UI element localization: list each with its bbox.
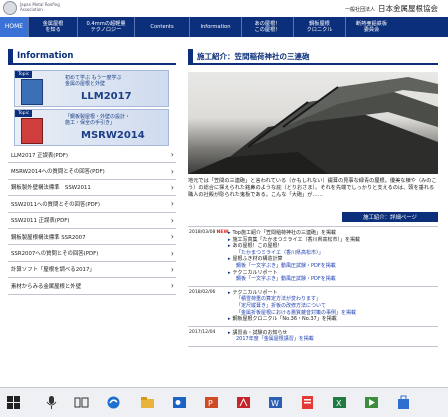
banner-text: 「鋼板製屋根・外壁の設計・ 施工・保全の手引き」 xyxy=(65,114,131,126)
feature-description: 地元では「笠間の三連砲」と言われている（かもしれない）錣葺の見事な緑青の屋根。優… xyxy=(188,178,437,199)
media-icon[interactable] xyxy=(364,395,379,410)
chevron-right-icon: › xyxy=(170,199,174,209)
chevron-right-icon: › xyxy=(170,215,174,225)
news-row: 2017/12/04 ▸ 講習会・試験のお知らせ 2017年度「金属屋根講習」を掲… xyxy=(188,327,438,347)
chevron-right-icon: › xyxy=(170,182,174,192)
nav-chronicle[interactable]: 鋼板屋根 クロニクル xyxy=(294,17,346,37)
pdf-icon[interactable] xyxy=(300,395,315,410)
topic-badge: Topic xyxy=(15,71,33,78)
windows-start-icon[interactable] xyxy=(6,395,21,410)
store-icon[interactable] xyxy=(396,395,411,410)
nav-lightweight-tech[interactable]: 0.4mmの超軽量 テクノロジー xyxy=(78,17,135,37)
banner-llm2017[interactable]: Topic 初めて学ぶ もう一度学ぶ 金属の屋根と外壁 LLM2017 xyxy=(14,70,169,107)
info-link-list: LLM2017 正誤表(PDF) › MSRW2014への質問とその回答(PDF)… xyxy=(8,147,176,295)
link-msrw2014-qa[interactable]: MSRW2014への質問とその回答(PDF) › xyxy=(8,163,176,180)
news-item[interactable]: ▸ 屋根ふき材の構造計算 xyxy=(228,256,438,263)
topic-badge: Topic xyxy=(15,110,33,117)
news-item[interactable]: ▸ あの屋根！この屋根！ xyxy=(228,243,438,250)
information-title: Information xyxy=(8,49,176,65)
link-calc-software[interactable]: 計算ソフト「屋根を調べる2017」 › xyxy=(8,262,176,279)
link-ssw2011-qa[interactable]: SSW2011への質問とその回答(PDF) › xyxy=(8,196,176,213)
news-row: 2018/03/08NEW ▸ Top施工紹介「笠間稲荷神社の三連砲」を掲載 ▸ 施… xyxy=(188,227,438,287)
news-subitem[interactable]: 「定尺縦葺き」折板の改修方法について xyxy=(228,303,438,310)
shrine-roof-photo xyxy=(188,72,438,174)
news-row: 2018/02/06 ▸ テクニカルリポート 「積雪荷重の算定方法が変わります」 … xyxy=(188,287,438,327)
chevron-right-icon: › xyxy=(170,166,174,176)
nav-that-roof[interactable]: あの屋根！ この屋根！ xyxy=(242,17,294,37)
microphone-icon[interactable] xyxy=(44,395,59,410)
link-materials[interactable]: 素材からみる金属屋根と外壁 › xyxy=(8,278,176,295)
link-ssw2011[interactable]: 鋼板製外壁構法標準 SSW2011 › xyxy=(8,180,176,197)
book-cover-image xyxy=(21,118,43,144)
link-ssw2011-errata[interactable]: SSW2011 正誤表(PDF) › xyxy=(8,213,176,229)
task-view-icon[interactable] xyxy=(74,395,89,410)
news-item[interactable]: ▸ 鋼板屋根クロニクル「No.36・No.37」を掲載 xyxy=(228,316,438,323)
chevron-right-icon: › xyxy=(170,264,174,274)
new-badge: NEW xyxy=(216,230,229,235)
chevron-right-icon: › xyxy=(170,281,174,291)
banner-title: LLM2017 xyxy=(81,91,132,102)
news-date: 2018/03/08NEW xyxy=(189,230,229,235)
link-llm2017-errata[interactable]: LLM2017 正誤表(PDF) › xyxy=(8,147,176,164)
org-title: 日本金属屋根協会 xyxy=(378,4,438,13)
link-ssr2007-qa[interactable]: SSR2007への質問とその回答(PDF) › xyxy=(8,245,176,262)
org-name: 一般社団法人 日本金属屋根協会 xyxy=(345,3,438,14)
chevron-right-icon: › xyxy=(170,150,174,160)
feature-detail-button[interactable]: 施工紹介：詳細ページ xyxy=(342,212,438,222)
nav-information[interactable]: Information xyxy=(190,17,242,37)
excel-icon[interactable]: X xyxy=(332,395,347,410)
edge-browser-icon[interactable] xyxy=(106,395,121,410)
nav-contents[interactable]: Contents xyxy=(135,17,190,37)
news-subitem[interactable]: 鋼板「一文字ぶき」動風圧試験・PDFを掲載 xyxy=(228,263,438,270)
book-cover-image xyxy=(21,79,43,105)
word-icon[interactable]: W xyxy=(268,395,283,410)
news-date: 2018/02/06 xyxy=(189,289,216,295)
file-explorer-icon[interactable] xyxy=(140,395,155,410)
main-nav: HOME 金属屋根 を知る 0.4mmの超軽量 テクノロジー Contents … xyxy=(0,17,448,37)
org-prefix: 一般社団法人 xyxy=(344,7,375,13)
feature-title: 施工紹介：笠間稲荷神社の三連砲 xyxy=(188,49,438,65)
site-header: Japan Metal Roofing Association 一般社団法人 日本… xyxy=(0,0,448,17)
acrobat-icon[interactable] xyxy=(236,395,251,410)
association-logo[interactable] xyxy=(3,1,17,15)
svg-text:W: W xyxy=(271,399,279,408)
nav-insulation-committee[interactable]: 断熱亜鉛鉄板 委員会 xyxy=(346,17,397,37)
outlook-icon[interactable] xyxy=(172,395,187,410)
logo-text: Japan Metal Roofing Association xyxy=(20,2,60,12)
news-item[interactable]: ▸ Top施工紹介「笠間稲荷神社の三連砲」を掲載 xyxy=(228,230,438,237)
banner-title: MSRW2014 xyxy=(81,130,145,141)
banner-text: 初めて学ぶ もう一度学ぶ 金属の屋根と外壁 xyxy=(65,75,122,87)
news-subitem[interactable]: 鋼板「一文字ぶき」動風圧試験・PDFを掲載 xyxy=(228,276,438,283)
svg-text:P: P xyxy=(208,399,213,408)
nav-about-metal-roof[interactable]: 金属屋根 を知る xyxy=(29,17,78,37)
nav-home[interactable]: HOME xyxy=(0,17,29,37)
banner-msrw2014[interactable]: Topic 「鋼板製屋根・外壁の設計・ 施工・保全の手引き」 MSRW2014 xyxy=(14,109,169,146)
powerpoint-icon[interactable]: P xyxy=(204,395,219,410)
chevron-right-icon: › xyxy=(170,232,174,242)
chevron-right-icon: › xyxy=(170,248,174,258)
link-ssr2007[interactable]: 鋼板製屋根構法標準 SSR2007 › xyxy=(8,229,176,246)
svg-text:X: X xyxy=(336,399,342,408)
news-subitem[interactable]: 2017年度「金属屋根講習」を掲載 xyxy=(228,336,438,343)
news-date: 2017/12/04 xyxy=(189,329,216,335)
windows-taskbar: P W X xyxy=(0,387,448,417)
news-subitem[interactable]: 「積雪荷重の算定方法が変わります」 xyxy=(228,296,438,303)
news-list: 2018/03/08NEW ▸ Top施工紹介「笠間稲荷神社の三連砲」を掲載 ▸ 施… xyxy=(188,226,438,347)
